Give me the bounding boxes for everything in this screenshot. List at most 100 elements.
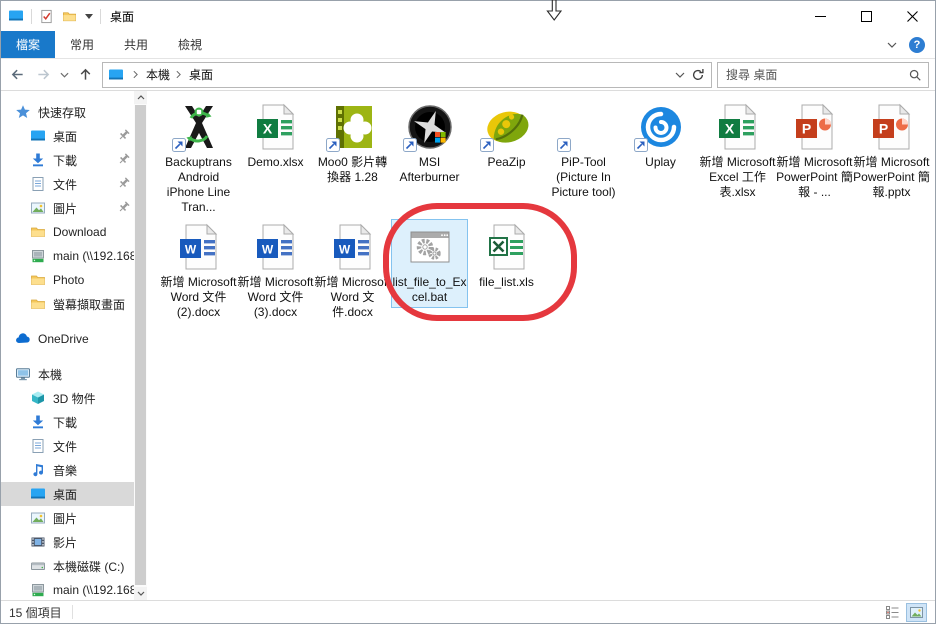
search-input[interactable] <box>724 66 908 83</box>
sidebar-item[interactable]: 影片 <box>1 530 134 554</box>
sidebar-item[interactable]: 下載 <box>1 410 134 434</box>
scrollbar-thumb[interactable] <box>135 105 146 585</box>
sidebar-item[interactable]: main (\\192.168 <box>1 578 134 600</box>
back-button[interactable] <box>5 63 29 87</box>
file-list[interactable]: Backuptrans Android iPhone Line Tran... … <box>147 91 935 600</box>
sidebar-item[interactable]: 文件 <box>1 434 134 458</box>
shortcut-arrow-icon <box>325 138 340 152</box>
file-item[interactable]: PiP-Tool (Picture In Picture tool) <box>545 99 622 219</box>
expand-ribbon-icon[interactable] <box>887 42 897 48</box>
sidebar-item[interactable]: 桌面 <box>1 482 134 506</box>
refresh-icon[interactable] <box>691 68 705 82</box>
svg-text:P: P <box>801 121 810 137</box>
sidebar-item[interactable]: 3D 物件 <box>1 386 134 410</box>
breadcrumb-segment[interactable]: 本機 <box>133 66 170 83</box>
powerpoint-icon: P <box>868 103 916 151</box>
pin-icon <box>117 200 131 214</box>
forward-button[interactable] <box>31 63 55 87</box>
disk-icon <box>30 558 46 574</box>
sidebar-item[interactable]: 音樂 <box>1 458 134 482</box>
file-item[interactable]: W 新增 Microsoft Word 文件 (3).docx <box>237 219 314 339</box>
svg-text:W: W <box>261 243 273 257</box>
sidebar-item[interactable]: main (\\192.168 <box>1 244 134 268</box>
shortcut-arrow-icon <box>479 138 494 152</box>
svg-text:X: X <box>724 121 734 137</box>
scroll-up-icon[interactable] <box>134 91 147 104</box>
close-button[interactable] <box>889 1 935 31</box>
file-name: 新增 Microsoft PowerPoint 簡報.pptx <box>853 155 930 199</box>
current-folder-icon <box>108 67 124 83</box>
window-controls <box>797 1 935 31</box>
sidebar-item[interactable]: OneDrive <box>1 327 134 351</box>
pin-icon <box>117 128 131 142</box>
svg-text:X: X <box>262 121 272 137</box>
sidebar-item[interactable]: Download <box>1 220 134 244</box>
file-item[interactable]: file_list.xls <box>468 219 545 339</box>
sidebar-item[interactable]: 下載 <box>1 148 134 172</box>
sidebar-item[interactable]: 文件 <box>1 172 134 196</box>
sidebar-item[interactable]: 本機磁碟 (C:) <box>1 554 134 578</box>
file-item[interactable]: list_file_to_Excel.bat <box>391 219 468 339</box>
maximize-button[interactable] <box>843 1 889 31</box>
file-item[interactable]: X Demo.xlsx <box>237 99 314 219</box>
sidebar-item[interactable]: 本機 <box>1 362 134 386</box>
sidebar-item[interactable]: 圖片 <box>1 506 134 530</box>
file-item[interactable]: Backuptrans Android iPhone Line Tran... <box>160 99 237 219</box>
chevron-right-icon <box>176 70 181 79</box>
file-name: 新增 Microsoft Excel 工作表.xlsx <box>699 155 776 199</box>
shortcut-arrow-icon <box>402 138 417 152</box>
up-button[interactable] <box>73 63 97 87</box>
navigation-bar: 本機 桌面 <box>1 59 935 91</box>
sidebar-scrollbar[interactable] <box>134 91 147 600</box>
icons-view-icon[interactable] <box>906 602 927 622</box>
excel-icon: X <box>252 103 300 151</box>
ribbon-tab[interactable]: 共用 <box>109 31 163 58</box>
address-bar[interactable]: 本機 桌面 <box>102 61 712 88</box>
breadcrumb-segment[interactable]: 桌面 <box>176 66 213 83</box>
recent-locations-dropdown-icon[interactable] <box>57 63 71 87</box>
sidebar-item[interactable]: 圖片 <box>1 196 134 220</box>
file-item[interactable]: P 新增 Microsoft PowerPoint 簡報 - ... <box>776 99 853 219</box>
address-dropdown-icon[interactable] <box>675 72 685 78</box>
help-icon[interactable] <box>909 36 925 53</box>
file-name: Demo.xlsx <box>247 155 304 169</box>
ribbon-tab[interactable]: 常用 <box>55 31 109 58</box>
file-tab[interactable]: 檔案 <box>1 31 56 58</box>
file-item[interactable]: W 新增 Microsoft Word 文件.docx <box>314 219 391 339</box>
search-icon[interactable] <box>908 68 922 82</box>
new-folder-icon[interactable] <box>62 9 77 24</box>
file-item[interactable]: Moo0 影片轉換器 1.28 <box>314 99 391 219</box>
file-item[interactable]: MSI Afterburner <box>391 99 468 219</box>
sidebar-item[interactable]: 桌面 <box>1 124 134 148</box>
download-icon <box>30 152 46 168</box>
navigation-pane: 快速存取 桌面 下載 文件 圖片 Download main (\\192.16… <box>1 91 134 600</box>
pin-icon <box>117 152 131 166</box>
file-item[interactable]: P 新增 Microsoft PowerPoint 簡報.pptx <box>853 99 930 219</box>
file-item[interactable]: X 新增 Microsoft Excel 工作表.xlsx <box>699 99 776 219</box>
window-title: 桌面 <box>110 9 135 24</box>
qat-customize-dropdown-icon[interactable] <box>85 13 93 19</box>
minimize-button[interactable] <box>797 1 843 31</box>
file-name: 新增 Microsoft Word 文件 (2).docx <box>160 275 237 319</box>
explorer-window: 桌面 檔案 常用 共用 檢視 ? 本機 桌面 搜尋 桌面 快速存取 桌面 下載 … <box>0 0 936 624</box>
details-view-icon[interactable] <box>882 603 903 622</box>
file-name: list_file_to_Excel.bat <box>392 275 467 304</box>
folder-icon <box>30 224 46 240</box>
pin-icon <box>117 176 131 190</box>
properties-icon[interactable] <box>39 9 54 24</box>
sidebar-item[interactable]: 螢幕擷取畫面 <box>1 292 134 316</box>
sidebar-item[interactable]: Photo <box>1 268 134 292</box>
file-item[interactable]: Uplay <box>622 99 699 219</box>
desktop-icon <box>30 128 46 144</box>
search-box[interactable] <box>717 61 929 88</box>
file-name: file_list.xls <box>479 275 534 289</box>
titlebar: 桌面 <box>1 1 935 31</box>
ribbon-tab[interactable]: 檢視 <box>163 31 217 58</box>
sidebar-item[interactable]: 快速存取 <box>1 100 134 124</box>
shortcut-arrow-icon <box>556 138 571 152</box>
file-item[interactable]: W 新增 Microsoft Word 文件 (2).docx <box>160 219 237 339</box>
scroll-down-icon[interactable] <box>134 587 147 600</box>
folder-icon <box>30 296 46 312</box>
divider <box>100 8 101 24</box>
file-item[interactable]: PeaZip <box>468 99 545 219</box>
